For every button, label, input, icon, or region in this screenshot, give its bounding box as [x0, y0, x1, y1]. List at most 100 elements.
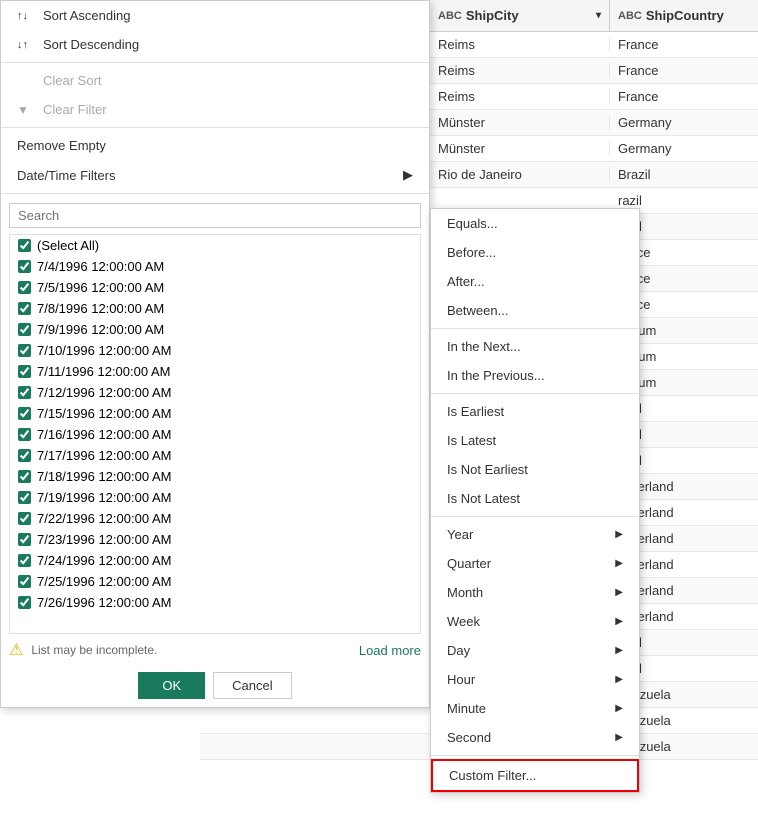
checkbox-input[interactable] [18, 470, 31, 483]
checkbox-input[interactable] [18, 365, 31, 378]
checkbox-label: 7/16/1996 12:00:00 AM [37, 427, 171, 442]
minute-label: Minute [447, 701, 486, 716]
checkbox-label: 7/17/1996 12:00:00 AM [37, 448, 171, 463]
submenu-sep-4 [431, 755, 639, 756]
checkbox-input[interactable] [18, 386, 31, 399]
checkbox-input[interactable] [18, 449, 31, 462]
submenu-sep-1 [431, 328, 639, 329]
day-item[interactable]: Day ▶ [431, 636, 639, 665]
shipcity-dropdown-arrow[interactable]: ▾ [596, 10, 601, 21]
checkbox-item[interactable]: 7/18/1996 12:00:00 AM [10, 466, 420, 487]
submenu-sep-3 [431, 516, 639, 517]
checkbox-label: 7/11/1996 12:00:00 AM [37, 364, 170, 379]
is-not-latest-item[interactable]: Is Not Latest [431, 484, 639, 513]
minute-item[interactable]: Minute ▶ [431, 694, 639, 723]
checkbox-input[interactable] [18, 302, 31, 315]
cell-shipcountry: France [610, 89, 758, 104]
between-item[interactable]: Between... [431, 296, 639, 325]
is-not-earliest-label: Is Not Earliest [447, 462, 528, 477]
month-label: Month [447, 585, 483, 600]
clear-sort-label: Clear Sort [43, 73, 102, 88]
checkbox-input[interactable] [18, 239, 31, 252]
checkbox-input[interactable] [18, 281, 31, 294]
checkbox-label: 7/24/1996 12:00:00 AM [37, 553, 171, 568]
checkbox-item[interactable]: 7/26/1996 12:00:00 AM [10, 592, 420, 613]
checkbox-item[interactable]: 7/23/1996 12:00:00 AM [10, 529, 420, 550]
search-input[interactable] [9, 203, 421, 228]
equals-item[interactable]: Equals... [431, 209, 639, 238]
checkbox-item[interactable]: 7/5/1996 12:00:00 AM [10, 277, 420, 298]
is-earliest-item[interactable]: Is Earliest [431, 397, 639, 426]
cell-shipcity: Rio de Janeiro [430, 167, 610, 182]
sort-descending-item[interactable]: ↓↑ Sort Descending [1, 30, 429, 59]
is-latest-item[interactable]: Is Latest [431, 426, 639, 455]
month-item[interactable]: Month ▶ [431, 578, 639, 607]
filter-panel: ↑↓ Sort Ascending ↓↑ Sort Descending Cle… [0, 0, 430, 708]
checkbox-input[interactable] [18, 491, 31, 504]
cell-shipcity: Münster [430, 115, 610, 130]
checkbox-item[interactable]: 7/24/1996 12:00:00 AM [10, 550, 420, 571]
checkbox-input[interactable] [18, 512, 31, 525]
checkbox-input[interactable] [18, 554, 31, 567]
custom-filter-item[interactable]: Custom Filter... [431, 759, 639, 792]
year-item[interactable]: Year ▶ [431, 520, 639, 549]
action-buttons: OK Cancel [1, 666, 429, 707]
checkbox-item[interactable]: 7/15/1996 12:00:00 AM [10, 403, 420, 424]
checkbox-input[interactable] [18, 344, 31, 357]
clear-filter-label: Clear Filter [43, 102, 107, 117]
after-item[interactable]: After... [431, 267, 639, 296]
checkbox-item[interactable]: 7/4/1996 12:00:00 AM [10, 256, 420, 277]
cell-shipcity: Reims [430, 37, 610, 52]
before-label: Before... [447, 245, 496, 260]
shipcountry-label: ShipCountry [646, 8, 724, 23]
week-item[interactable]: Week ▶ [431, 607, 639, 636]
checkbox-item[interactable]: (Select All) [10, 235, 420, 256]
checkbox-item[interactable]: 7/11/1996 12:00:00 AM [10, 361, 420, 382]
checkbox-input[interactable] [18, 596, 31, 609]
checkbox-item[interactable]: 7/10/1996 12:00:00 AM [10, 340, 420, 361]
checkbox-item[interactable]: 7/25/1996 12:00:00 AM [10, 571, 420, 592]
in-the-next-item[interactable]: In the Next... [431, 332, 639, 361]
week-arrow: ▶ [615, 616, 623, 627]
quarter-item[interactable]: Quarter ▶ [431, 549, 639, 578]
checkbox-item[interactable]: 7/19/1996 12:00:00 AM [10, 487, 420, 508]
checkbox-input[interactable] [18, 575, 31, 588]
clear-filter-item: ▼ Clear Filter [1, 95, 429, 124]
minute-arrow: ▶ [615, 703, 623, 714]
checkbox-item[interactable]: 7/9/1996 12:00:00 AM [10, 319, 420, 340]
is-earliest-label: Is Earliest [447, 404, 504, 419]
col-shipcity-header[interactable]: ABC ShipCity ▾ [430, 0, 610, 31]
remove-empty-item[interactable]: Remove Empty [1, 131, 429, 160]
in-the-previous-item[interactable]: In the Previous... [431, 361, 639, 390]
checkbox-input[interactable] [18, 323, 31, 336]
checkbox-item[interactable]: 7/16/1996 12:00:00 AM [10, 424, 420, 445]
checkbox-label: 7/5/1996 12:00:00 AM [37, 280, 164, 295]
cell-shipcity: Reims [430, 89, 610, 104]
month-arrow: ▶ [615, 587, 623, 598]
search-box-container [1, 197, 429, 234]
checkbox-input[interactable] [18, 428, 31, 441]
sort-ascending-item[interactable]: ↑↓ Sort Ascending [1, 1, 429, 30]
hour-label: Hour [447, 672, 475, 687]
ok-button[interactable]: OK [138, 672, 205, 699]
checkbox-item[interactable]: 7/17/1996 12:00:00 AM [10, 445, 420, 466]
checkbox-item[interactable]: 7/12/1996 12:00:00 AM [10, 382, 420, 403]
checkbox-list[interactable]: (Select All)7/4/1996 12:00:00 AM 7/5/1996… [9, 234, 421, 634]
checkbox-item[interactable]: 7/8/1996 12:00:00 AM [10, 298, 420, 319]
checkbox-input[interactable] [18, 407, 31, 420]
datetime-filters-item[interactable]: Date/Time Filters ▶ [1, 160, 429, 190]
checkbox-item[interactable]: 7/22/1996 12:00:00 AM [10, 508, 420, 529]
checkbox-input[interactable] [18, 533, 31, 546]
load-more-button[interactable]: Load more [359, 643, 421, 658]
sort-ascending-label: Sort Ascending [43, 8, 130, 23]
week-label: Week [447, 614, 480, 629]
cancel-button[interactable]: Cancel [213, 672, 291, 699]
before-item[interactable]: Before... [431, 238, 639, 267]
cell-shipcity: Münster [430, 141, 610, 156]
col-shipcountry-header: ABC ShipCountry [610, 0, 758, 31]
checkbox-label: 7/23/1996 12:00:00 AM [37, 532, 171, 547]
is-not-earliest-item[interactable]: Is Not Earliest [431, 455, 639, 484]
second-item[interactable]: Second ▶ [431, 723, 639, 752]
hour-item[interactable]: Hour ▶ [431, 665, 639, 694]
checkbox-input[interactable] [18, 260, 31, 273]
